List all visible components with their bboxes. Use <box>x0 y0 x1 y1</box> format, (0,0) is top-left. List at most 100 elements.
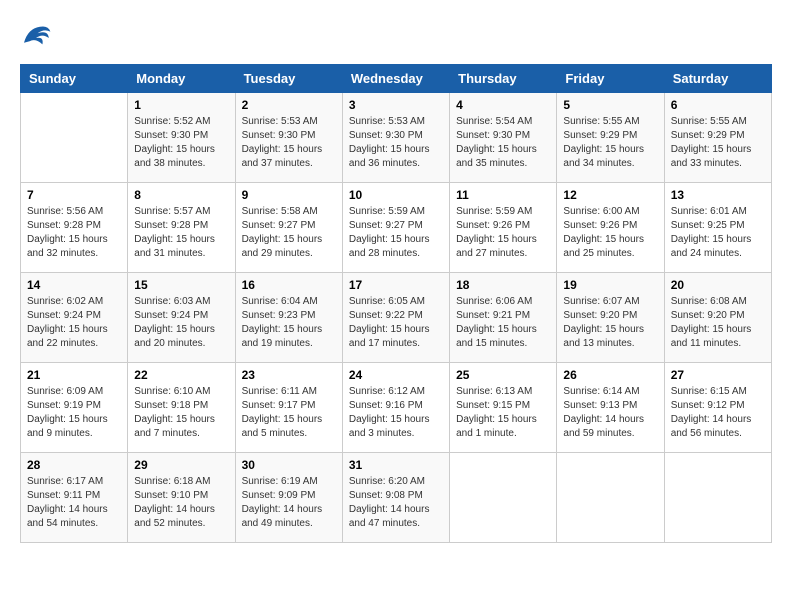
calendar-cell: 12 Sunrise: 6:00 AM Sunset: 9:26 PM Dayli… <box>557 183 664 273</box>
calendar-cell: 5 Sunrise: 5:55 AM Sunset: 9:29 PM Daylig… <box>557 93 664 183</box>
day-number: 14 <box>27 278 121 292</box>
day-info: Sunrise: 5:54 AM Sunset: 9:30 PM Dayligh… <box>456 115 550 171</box>
day-info: Sunrise: 6:04 AM Sunset: 9:23 PM Dayligh… <box>242 295 336 351</box>
calendar-cell: 19 Sunrise: 6:07 AM Sunset: 9:20 PM Dayli… <box>557 273 664 363</box>
day-info: Sunrise: 6:13 AM Sunset: 9:15 PM Dayligh… <box>456 385 550 441</box>
day-number: 25 <box>456 368 550 382</box>
day-number: 28 <box>27 458 121 472</box>
day-info: Sunrise: 6:15 AM Sunset: 9:12 PM Dayligh… <box>671 385 765 441</box>
day-info: Sunrise: 6:19 AM Sunset: 9:09 PM Dayligh… <box>242 475 336 531</box>
calendar-cell: 24 Sunrise: 6:12 AM Sunset: 9:16 PM Dayli… <box>342 363 449 453</box>
day-number: 3 <box>349 98 443 112</box>
calendar-cell: 3 Sunrise: 5:53 AM Sunset: 9:30 PM Daylig… <box>342 93 449 183</box>
calendar-week-5: 28 Sunrise: 6:17 AM Sunset: 9:11 PM Dayli… <box>21 453 772 543</box>
day-number: 6 <box>671 98 765 112</box>
day-number: 9 <box>242 188 336 202</box>
calendar-cell: 8 Sunrise: 5:57 AM Sunset: 9:28 PM Daylig… <box>128 183 235 273</box>
day-info: Sunrise: 6:18 AM Sunset: 9:10 PM Dayligh… <box>134 475 228 531</box>
day-number: 24 <box>349 368 443 382</box>
day-number: 7 <box>27 188 121 202</box>
day-info: Sunrise: 5:59 AM Sunset: 9:26 PM Dayligh… <box>456 205 550 261</box>
day-info: Sunrise: 6:09 AM Sunset: 9:19 PM Dayligh… <box>27 385 121 441</box>
day-info: Sunrise: 6:14 AM Sunset: 9:13 PM Dayligh… <box>563 385 657 441</box>
calendar-cell: 20Sunrise: 6:08 AM Sunset: 9:20 PM Dayli… <box>664 273 771 363</box>
day-number: 26 <box>563 368 657 382</box>
day-number: 15 <box>134 278 228 292</box>
calendar-cell: 31Sunrise: 6:20 AM Sunset: 9:08 PM Dayli… <box>342 453 449 543</box>
calendar-cell: 14 Sunrise: 6:02 AM Sunset: 9:24 PM Dayli… <box>21 273 128 363</box>
calendar-cell: 4 Sunrise: 5:54 AM Sunset: 9:30 PM Daylig… <box>450 93 557 183</box>
day-info: Sunrise: 6:11 AM Sunset: 9:17 PM Dayligh… <box>242 385 336 441</box>
calendar-cell: 26 Sunrise: 6:14 AM Sunset: 9:13 PM Dayli… <box>557 363 664 453</box>
day-number: 30 <box>242 458 336 472</box>
day-info: Sunrise: 6:06 AM Sunset: 9:21 PM Dayligh… <box>456 295 550 351</box>
calendar-header-row: SundayMondayTuesdayWednesdayThursdayFrid… <box>21 65 772 93</box>
day-info: Sunrise: 6:07 AM Sunset: 9:20 PM Dayligh… <box>563 295 657 351</box>
calendar-cell: 13Sunrise: 6:01 AM Sunset: 9:25 PM Dayli… <box>664 183 771 273</box>
day-number: 19 <box>563 278 657 292</box>
calendar-table: SundayMondayTuesdayWednesdayThursdayFrid… <box>20 64 772 543</box>
day-number: 23 <box>242 368 336 382</box>
day-number: 1 <box>134 98 228 112</box>
day-number: 21 <box>27 368 121 382</box>
calendar-cell: 1 Sunrise: 5:52 AM Sunset: 9:30 PM Daylig… <box>128 93 235 183</box>
day-number: 29 <box>134 458 228 472</box>
header-monday: Monday <box>128 65 235 93</box>
day-info: Sunrise: 6:10 AM Sunset: 9:18 PM Dayligh… <box>134 385 228 441</box>
header-thursday: Thursday <box>450 65 557 93</box>
day-info: Sunrise: 6:12 AM Sunset: 9:16 PM Dayligh… <box>349 385 443 441</box>
day-info: Sunrise: 5:57 AM Sunset: 9:28 PM Dayligh… <box>134 205 228 261</box>
calendar-cell: 15 Sunrise: 6:03 AM Sunset: 9:24 PM Dayli… <box>128 273 235 363</box>
day-info: Sunrise: 6:20 AM Sunset: 9:08 PM Dayligh… <box>349 475 443 531</box>
day-number: 18 <box>456 278 550 292</box>
day-info: Sunrise: 6:05 AM Sunset: 9:22 PM Dayligh… <box>349 295 443 351</box>
calendar-cell: 2 Sunrise: 5:53 AM Sunset: 9:30 PM Daylig… <box>235 93 342 183</box>
calendar-cell: 11 Sunrise: 5:59 AM Sunset: 9:26 PM Dayli… <box>450 183 557 273</box>
header-wednesday: Wednesday <box>342 65 449 93</box>
header-friday: Friday <box>557 65 664 93</box>
calendar-week-2: 7Sunrise: 5:56 AM Sunset: 9:28 PM Daylig… <box>21 183 772 273</box>
day-info: Sunrise: 5:53 AM Sunset: 9:30 PM Dayligh… <box>349 115 443 171</box>
page-header <box>20 20 772 48</box>
day-info: Sunrise: 5:55 AM Sunset: 9:29 PM Dayligh… <box>563 115 657 171</box>
day-number: 5 <box>563 98 657 112</box>
calendar-cell: 29 Sunrise: 6:18 AM Sunset: 9:10 PM Dayli… <box>128 453 235 543</box>
calendar-cell: 7Sunrise: 5:56 AM Sunset: 9:28 PM Daylig… <box>21 183 128 273</box>
calendar-cell <box>21 93 128 183</box>
calendar-cell: 23 Sunrise: 6:11 AM Sunset: 9:17 PM Dayli… <box>235 363 342 453</box>
header-tuesday: Tuesday <box>235 65 342 93</box>
calendar-cell: 28 Sunrise: 6:17 AM Sunset: 9:11 PM Dayli… <box>21 453 128 543</box>
calendar-cell <box>450 453 557 543</box>
day-number: 11 <box>456 188 550 202</box>
day-number: 8 <box>134 188 228 202</box>
calendar-cell <box>557 453 664 543</box>
calendar-week-1: 1 Sunrise: 5:52 AM Sunset: 9:30 PM Daylig… <box>21 93 772 183</box>
calendar-cell: 18 Sunrise: 6:06 AM Sunset: 9:21 PM Dayli… <box>450 273 557 363</box>
day-info: Sunrise: 5:53 AM Sunset: 9:30 PM Dayligh… <box>242 115 336 171</box>
day-info: Sunrise: 6:02 AM Sunset: 9:24 PM Dayligh… <box>27 295 121 351</box>
day-info: Sunrise: 5:52 AM Sunset: 9:30 PM Dayligh… <box>134 115 228 171</box>
day-number: 27 <box>671 368 765 382</box>
calendar-cell: 9 Sunrise: 5:58 AM Sunset: 9:27 PM Daylig… <box>235 183 342 273</box>
day-info: Sunrise: 6:00 AM Sunset: 9:26 PM Dayligh… <box>563 205 657 261</box>
calendar-cell <box>664 453 771 543</box>
calendar-cell: 16Sunrise: 6:04 AM Sunset: 9:23 PM Dayli… <box>235 273 342 363</box>
day-info: Sunrise: 5:55 AM Sunset: 9:29 PM Dayligh… <box>671 115 765 171</box>
calendar-cell: 6 Sunrise: 5:55 AM Sunset: 9:29 PM Daylig… <box>664 93 771 183</box>
logo-icon <box>20 20 52 48</box>
calendar-cell: 10Sunrise: 5:59 AM Sunset: 9:27 PM Dayli… <box>342 183 449 273</box>
day-info: Sunrise: 6:08 AM Sunset: 9:20 PM Dayligh… <box>671 295 765 351</box>
day-number: 12 <box>563 188 657 202</box>
calendar-cell: 27 Sunrise: 6:15 AM Sunset: 9:12 PM Dayli… <box>664 363 771 453</box>
calendar-cell: 17Sunrise: 6:05 AM Sunset: 9:22 PM Dayli… <box>342 273 449 363</box>
day-number: 22 <box>134 368 228 382</box>
day-number: 4 <box>456 98 550 112</box>
day-info: Sunrise: 5:58 AM Sunset: 9:27 PM Dayligh… <box>242 205 336 261</box>
day-info: Sunrise: 6:03 AM Sunset: 9:24 PM Dayligh… <box>134 295 228 351</box>
day-info: Sunrise: 6:17 AM Sunset: 9:11 PM Dayligh… <box>27 475 121 531</box>
calendar-cell: 21 Sunrise: 6:09 AM Sunset: 9:19 PM Dayli… <box>21 363 128 453</box>
day-number: 2 <box>242 98 336 112</box>
day-info: Sunrise: 5:59 AM Sunset: 9:27 PM Dayligh… <box>349 205 443 261</box>
day-number: 13 <box>671 188 765 202</box>
calendar-week-3: 14 Sunrise: 6:02 AM Sunset: 9:24 PM Dayli… <box>21 273 772 363</box>
